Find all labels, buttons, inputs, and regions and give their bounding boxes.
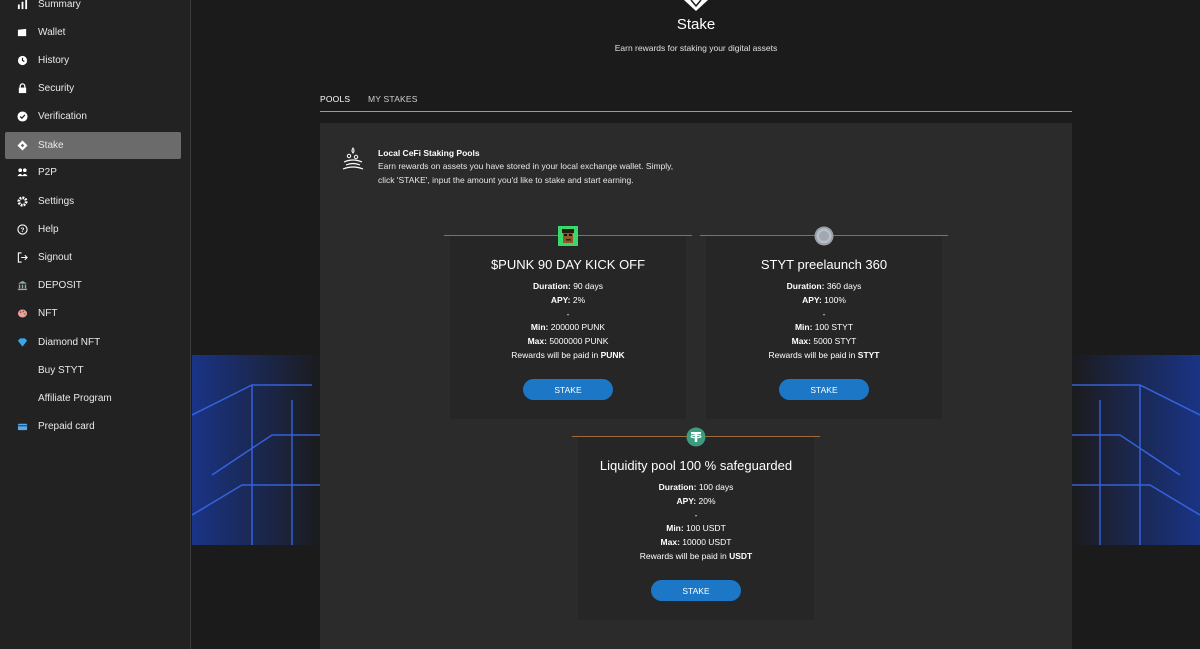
pool-name: Liquidity pool 100 % safeguarded (599, 458, 793, 473)
sidebar-item-security[interactable]: Security (5, 75, 181, 102)
sidebar-item-p2p[interactable]: P2P (5, 159, 181, 186)
help-icon: ? (16, 223, 29, 236)
tether-coin-icon (686, 427, 706, 447)
sidebar-item-label: History (38, 55, 70, 66)
pool-duration: 90 days (573, 281, 603, 291)
pool-details: Duration: 360 days APY: 100% - Min: 100 … (768, 281, 880, 360)
palette-icon (16, 307, 29, 320)
tab-bar: POOLS MY STAKES (320, 86, 1072, 112)
sidebar-item-prepaid-card[interactable]: Prepaid card (5, 413, 181, 440)
tab-pools[interactable]: POOLS (320, 94, 350, 104)
sidebar-item-label: Summary (38, 0, 81, 10)
users-icon (16, 166, 29, 179)
sidebar-item-nft[interactable]: NFT (5, 300, 181, 327)
pool-max: 5000000 PUNK (549, 336, 609, 347)
pool-card: Liquidity pool 100 % safeguarded Duratio… (572, 424, 820, 620)
stake-button[interactable]: STAKE (523, 379, 613, 400)
sidebar-item-label: Verification (38, 111, 87, 122)
pool-reward-asset: USDT (729, 550, 753, 561)
pool-reward-asset: STYT (857, 349, 880, 360)
svg-text:?: ? (21, 227, 25, 234)
signout-icon (16, 251, 29, 264)
brand-logo (684, 0, 708, 11)
pool-duration: 360 days (826, 281, 862, 291)
pool-min: 200000 PUNK (550, 322, 606, 333)
sidebar-item-settings[interactable]: Settings (5, 188, 181, 215)
sidebar-item-stake[interactable]: Stake (5, 132, 181, 159)
sidebar-item-label: Help (38, 224, 59, 235)
sidebar-item-wallet[interactable]: Wallet (5, 19, 181, 46)
sidebar-item-verification[interactable]: Verification (5, 103, 181, 130)
clock-icon (16, 54, 29, 67)
bank-icon (16, 279, 29, 292)
pool-min: 100 USDT (686, 523, 726, 534)
pool-reward-asset: PUNK (600, 349, 625, 360)
sidebar-item-diamond-nft[interactable]: Diamond NFT (5, 329, 181, 356)
sidebar-item-label: Stake (38, 140, 64, 151)
pool-details: Duration: 90 days APY: 2% - Min: 200000 … (511, 281, 625, 360)
sidebar-item-deposit[interactable]: DEPOSIT (5, 272, 181, 299)
pool-card: $PUNK 90 DAY KICK OFF Duration: 90 days … (444, 223, 692, 419)
sidebar-item-history[interactable]: History (5, 47, 181, 74)
sidebar-item-label: Security (38, 83, 75, 94)
sidebar-item-label: Buy STYT (38, 365, 84, 376)
pool-apy: 2% (572, 294, 586, 305)
sidebar-item-label: NFT (38, 308, 58, 319)
pool-name: $PUNK 90 DAY KICK OFF (490, 257, 646, 272)
sidebar-item-buy-styt[interactable]: Buy STYT (5, 357, 181, 384)
sidebar-item-label: Affiliate Program (38, 393, 112, 404)
sidebar-item-affiliate-program[interactable]: Affiliate Program (5, 385, 181, 412)
staking-panel: Local CeFi Staking Pools Earn rewards on… (320, 123, 1072, 649)
pool-max: 5000 STYT (813, 336, 857, 347)
stake-icon (16, 139, 29, 152)
sidebar-item-label: Settings (38, 196, 75, 207)
stake-button[interactable]: STAKE (651, 580, 741, 601)
card-icon (16, 420, 29, 433)
wallet-icon (16, 26, 29, 39)
intro-text: Earn rewards on assets you have stored i… (378, 161, 674, 185)
staking-pool-icon (342, 147, 364, 170)
sidebar-item-signout[interactable]: Signout (5, 244, 181, 271)
sidebar-item-label: Wallet (38, 27, 66, 38)
stake-button[interactable]: STAKE (779, 379, 869, 400)
page-subtitle: Earn rewards for staking your digital as… (614, 43, 778, 53)
pool-details: Duration: 100 days APY: 20% - Min: 100 U… (639, 482, 753, 561)
check-circle-icon (16, 110, 29, 123)
intro-title: Local CeFi Staking Pools (378, 148, 480, 158)
pool-max: 10000 USDT (682, 537, 732, 548)
sidebar-item-label: Signout (38, 252, 72, 263)
pool-name: STYT preelaunch 360 (760, 257, 888, 272)
bar-chart-icon (16, 0, 29, 11)
sidebar-item-summary[interactable]: Summary (5, 0, 181, 18)
sidebar-item-label: P2P (38, 167, 57, 178)
main-content: Stake Earn rewards for staking your digi… (192, 0, 1200, 649)
styt-coin-icon (814, 226, 834, 246)
pool-apy: 100% (824, 294, 846, 305)
pool-card: STYT preelaunch 360 Duration: 360 days A… (700, 223, 948, 419)
lock-icon (16, 82, 29, 95)
diamond-icon (16, 336, 29, 349)
tab-my-stakes[interactable]: MY STAKES (368, 94, 418, 104)
sidebar-item-help[interactable]: ? Help (5, 216, 181, 243)
sidebar-item-label: Prepaid card (38, 421, 95, 432)
pool-duration: 100 days (698, 482, 734, 492)
sidebar-item-label: Diamond NFT (38, 337, 101, 348)
punk-coin-icon (558, 226, 578, 246)
pool-min: 100 STYT (814, 322, 854, 333)
sidebar-item-label: DEPOSIT (38, 280, 82, 291)
sidebar: Summary Wallet History Security Verifica… (0, 0, 191, 649)
gear-icon (16, 195, 29, 208)
page-title: Stake (676, 16, 716, 33)
pool-apy: 20% (698, 495, 716, 506)
